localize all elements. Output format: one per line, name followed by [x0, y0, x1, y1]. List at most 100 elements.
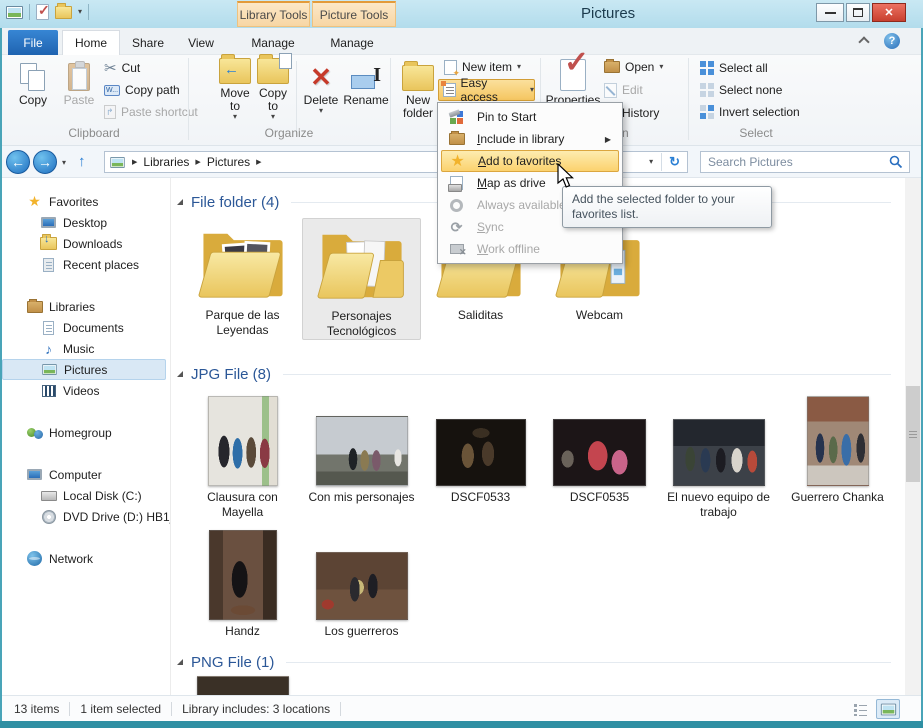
search-input[interactable] [701, 155, 889, 169]
photo-tile-handz[interactable]: Handz [183, 522, 302, 639]
photo-tile-el-nuevo-equipo[interactable]: El nuevo equipo de trabajo [659, 388, 778, 520]
star-icon: ★ [26, 194, 43, 210]
paste-button[interactable]: Paste [58, 57, 100, 121]
photo-tile-png[interactable] [183, 676, 302, 695]
refresh-icon[interactable]: ↻ [669, 154, 680, 170]
properties-icon [560, 59, 586, 91]
collapse-group-icon[interactable] [177, 371, 183, 377]
photo-tile-con-mis-personajes[interactable]: Con mis personajes [302, 388, 421, 505]
breadcrumb-arrow-icon[interactable]: ▶ [132, 158, 137, 166]
breadcrumb-arrow-icon[interactable]: ▶ [195, 158, 200, 166]
submenu-arrow-icon: ▶ [605, 135, 611, 144]
maximize-button[interactable] [846, 3, 870, 22]
sidebar-item-recent-places[interactable]: Recent places [2, 254, 170, 275]
paste-shortcut-icon [104, 105, 116, 119]
sidebar-item-computer[interactable]: Computer [2, 464, 170, 485]
details-view-button[interactable] [848, 699, 872, 719]
sidebar-item-network[interactable]: Network [2, 548, 170, 569]
photo-tile-clausura-con-mayella[interactable]: Clausura con Mayella [183, 388, 302, 520]
sidebar-item-dvd-drive[interactable]: DVD Drive (D:) HB1_ [2, 506, 170, 527]
invert-selection-button[interactable]: Invert selection [700, 102, 800, 122]
qat-dropdown-icon[interactable]: ▾ [78, 8, 82, 16]
tab-file[interactable]: File [8, 30, 58, 55]
back-button[interactable]: ← [6, 150, 30, 174]
folder-tile-parque-de-las-leyendas[interactable]: Parque de las Leyendas [183, 218, 302, 338]
copy-path-button[interactable]: W...Copy path [104, 80, 180, 100]
breadcrumb-pictures[interactable]: Pictures [207, 155, 250, 169]
navigation-pane: ★ Favorites Desktop ↓ Downloads Recent p… [2, 178, 170, 695]
search-box[interactable] [700, 151, 910, 173]
properties-qat-icon[interactable] [36, 4, 49, 20]
scrollbar-thumb[interactable] [906, 386, 920, 482]
desktop-icon [41, 217, 56, 228]
sidebar-item-downloads[interactable]: ↓ Downloads [2, 233, 170, 254]
recent-pages-dropdown-icon[interactable]: ▾ [62, 159, 66, 167]
select-all-button[interactable]: Select all [700, 58, 768, 78]
folder-tile-personajes-tecnologicos[interactable]: Personajes Tecnológicos [302, 218, 421, 340]
address-dropdown-icon[interactable]: ▾ [649, 158, 653, 166]
photo-tile-dscf0535[interactable]: DSCF0535 [540, 388, 659, 505]
window-border [0, 28, 2, 728]
tab-home[interactable]: Home [62, 30, 120, 55]
sidebar-item-pictures[interactable]: Pictures [2, 359, 166, 380]
sidebar-item-homegroup[interactable]: Homegroup [2, 422, 170, 443]
thumbnails-view-button[interactable] [876, 699, 900, 719]
search-icon[interactable] [889, 155, 903, 169]
sidebar-item-desktop[interactable]: Desktop [2, 212, 170, 233]
group-header-png-file[interactable]: PNG File (1) [177, 652, 891, 672]
sidebar-item-favorites[interactable]: ★ Favorites [2, 191, 170, 212]
forward-button[interactable]: → [33, 150, 57, 174]
photo-tile-los-guerreros[interactable]: Los guerreros [302, 522, 421, 639]
tab-manage-picture[interactable]: Manage [316, 30, 388, 55]
sidebar-item-music[interactable]: ♪ Music [2, 338, 170, 359]
close-button[interactable]: ✕ [872, 3, 906, 22]
clipboard-group-label: Clipboard [0, 126, 188, 140]
hard-drive-icon [41, 491, 57, 501]
group-header-jpg-file[interactable]: JPG File (8) [177, 364, 891, 384]
picture-tools-label: Picture Tools [320, 8, 388, 22]
new-item-button[interactable]: New item▾ [444, 57, 521, 77]
menu-item-work-offline[interactable]: Work offline [441, 238, 619, 260]
rename-button[interactable]: Rename [342, 57, 390, 121]
easy-access-button[interactable]: Easy access▾ [438, 79, 535, 101]
new-item-icon [444, 60, 457, 75]
details-view-icon [854, 703, 867, 716]
open-icon [604, 61, 620, 73]
help-icon[interactable]: ? [884, 33, 900, 49]
sidebar-item-videos[interactable]: Videos [2, 380, 170, 401]
menu-item-include-in-library[interactable]: Include in library ▶ [441, 128, 619, 150]
item-count: 13 items [14, 702, 59, 716]
collapse-group-icon[interactable] [177, 199, 183, 205]
select-all-icon [700, 61, 714, 75]
breadcrumb-libraries[interactable]: Libraries [143, 155, 189, 169]
paste-shortcut-button[interactable]: Paste shortcut [104, 102, 198, 122]
tab-manage-library[interactable]: Manage [240, 30, 306, 55]
new-folder-button[interactable]: New folder [396, 57, 440, 121]
vertical-scrollbar[interactable] [905, 178, 921, 695]
sidebar-item-documents[interactable]: Documents [2, 317, 170, 338]
copy-to-button[interactable]: Copy to▾ [250, 57, 296, 121]
tab-view[interactable]: View [176, 30, 226, 55]
cut-button[interactable]: ✂Cut [104, 58, 140, 78]
photo-tile-dscf0533[interactable]: DSCF0533 [421, 388, 540, 505]
collapse-group-icon[interactable] [177, 659, 183, 665]
copy-button[interactable]: Copy [12, 57, 54, 121]
divider [661, 153, 662, 171]
minimize-button[interactable] [816, 3, 844, 22]
photo-tile-guerrero-chanka[interactable]: Guerrero Chanka [778, 388, 897, 505]
breadcrumb-arrow-icon[interactable]: ▶ [256, 158, 261, 166]
open-button[interactable]: Open▾ [604, 57, 663, 77]
delete-button[interactable]: ✕ Delete▾ [300, 57, 342, 121]
sidebar-item-libraries[interactable]: Libraries [2, 296, 170, 317]
select-none-button[interactable]: Select none [700, 80, 782, 100]
up-button[interactable]: ↑ [78, 153, 86, 170]
work-offline-icon [450, 244, 464, 254]
menu-item-add-to-favorites[interactable]: ★ Add to favorites [441, 150, 619, 172]
new-folder-qat-icon[interactable] [55, 6, 72, 19]
edit-button[interactable]: Edit [604, 80, 643, 100]
minimize-ribbon-chevron-icon[interactable] [860, 38, 868, 46]
tab-share[interactable]: Share [122, 30, 174, 55]
menu-item-pin-to-start[interactable]: Pin to Start [441, 106, 619, 128]
sidebar-item-local-disk[interactable]: Local Disk (C:) [2, 485, 170, 506]
easy-access-menu: Pin to Start Include in library ▶ ★ Add … [437, 102, 623, 264]
